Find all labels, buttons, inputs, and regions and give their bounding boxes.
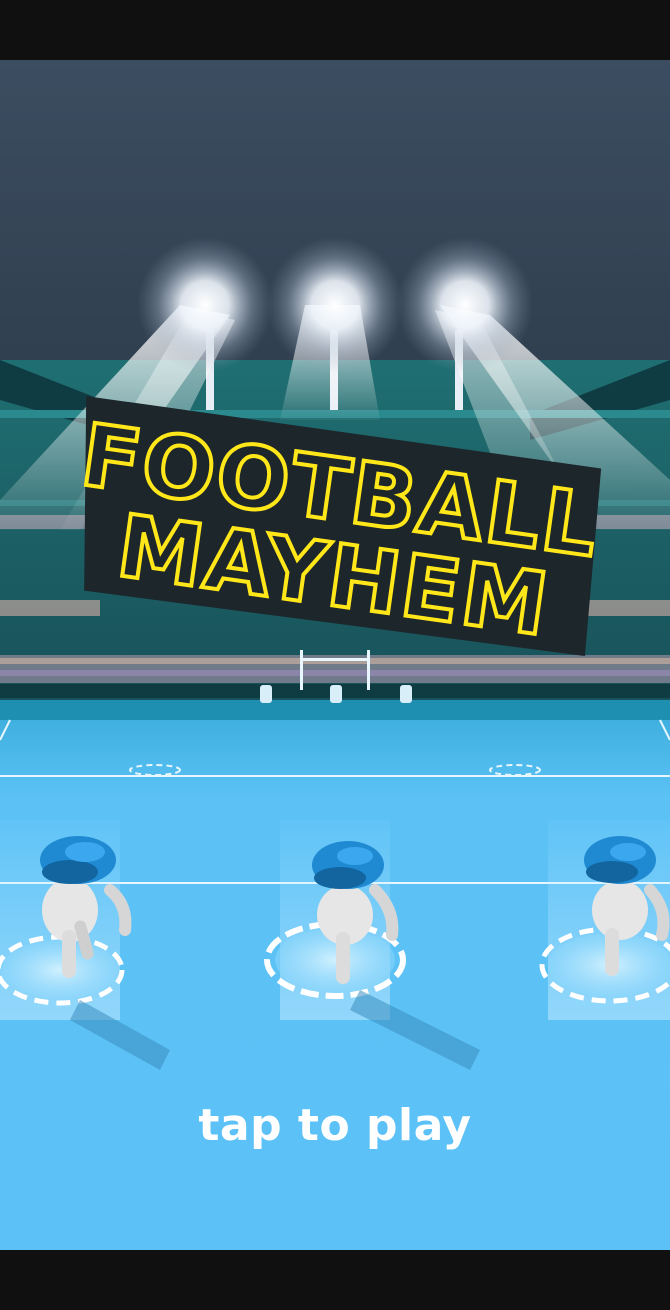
letterbox-bottom — [0, 1250, 670, 1310]
title-logo: FOOTBALL MAYHEM — [73, 396, 608, 658]
game-canvas[interactable]: FOOTBALL MAYHEM tap to play — [0, 60, 670, 1250]
tap-to-play-prompt[interactable]: tap to play — [0, 1100, 670, 1151]
letterbox-top — [0, 0, 670, 60]
